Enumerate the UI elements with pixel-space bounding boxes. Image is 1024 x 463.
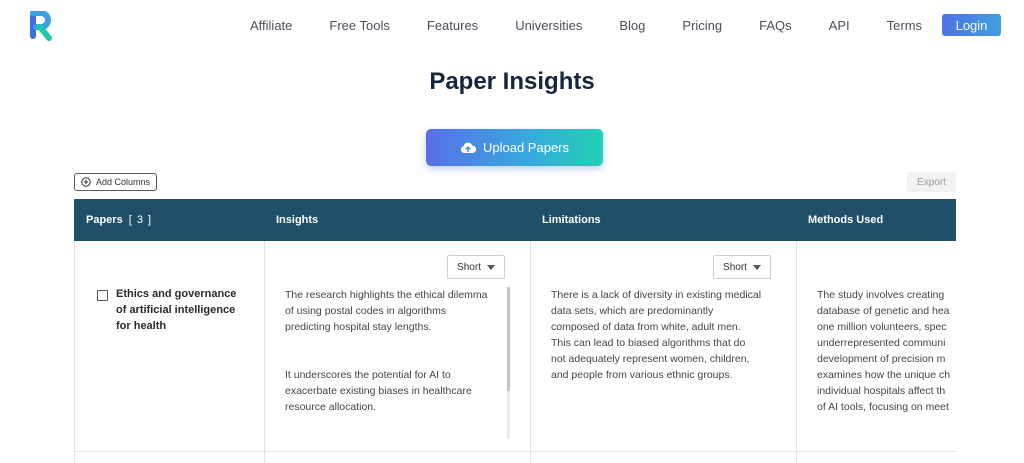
cloud-upload-icon — [460, 142, 476, 153]
insights-line: It underscores the potential for AI to — [285, 369, 451, 381]
paper-select-checkbox[interactable] — [97, 290, 108, 301]
limitations-length-select[interactable]: Short — [713, 255, 771, 279]
header-limitations: Limitations — [542, 214, 601, 226]
limitations-line: composed of data from white, adult men. — [551, 321, 741, 333]
nav-terms[interactable]: Terms — [887, 18, 922, 33]
methods-line: database of genetic and hea — [817, 305, 950, 317]
header-papers: Papers [ 3 ] — [86, 199, 152, 241]
methods-text: The study involves creating database of … — [817, 287, 956, 439]
upload-papers-label: Upload Papers — [483, 140, 569, 155]
methods-line: underrepresented communi — [817, 337, 946, 349]
limitations-line: and people from various ethnic groups. — [551, 369, 733, 381]
nav-free-tools[interactable]: Free Tools — [329, 18, 389, 33]
limitations-length-value: Short — [723, 261, 747, 273]
insights-line: exacerbate existing biases in healthcare — [285, 385, 472, 397]
export-button[interactable]: Export — [907, 172, 956, 192]
nav-affiliate[interactable]: Affiliate — [250, 18, 292, 33]
table-header: Papers [ 3 ] Insights Limitations Method… — [74, 199, 956, 241]
header-insights: Insights — [276, 214, 319, 226]
insights-scrollbar[interactable] — [507, 287, 510, 439]
limitations-line: This can lead to biased algorithms that … — [551, 337, 746, 349]
nav-api[interactable]: API — [829, 18, 850, 33]
page-title: Paper Insights — [429, 68, 595, 95]
papers-table: Papers [ 3 ] Insights Limitations Method… — [74, 199, 956, 463]
paper-title-line: Ethics and governance — [116, 288, 237, 300]
insights-line: predicting hospital stay lengths. — [285, 321, 432, 333]
insights-length-select[interactable]: Short — [447, 255, 505, 279]
limitations-line: There is a lack of diversity in existing… — [551, 289, 762, 301]
insights-scrollbar-thumb[interactable] — [507, 287, 510, 391]
insights-line: The research highlights the ethical dile… — [285, 289, 488, 301]
top-nav: Affiliate Free Tools Features Universiti… — [250, 0, 959, 50]
nav-features[interactable]: Features — [427, 18, 478, 33]
logo[interactable] — [28, 10, 54, 41]
paper-title-line: of artificial intelligence — [116, 304, 236, 316]
column-divider — [796, 241, 797, 463]
logo-icon — [30, 10, 52, 41]
chevron-down-icon — [486, 264, 495, 270]
papers-count: [ 3 ] — [128, 214, 153, 226]
add-columns-button[interactable]: Add Columns — [74, 173, 157, 191]
plus-circle-icon — [81, 177, 91, 187]
nav-universities[interactable]: Universities — [515, 18, 582, 33]
header-papers-label: Papers — [86, 214, 123, 226]
insights-text: The research highlights the ethical dile… — [285, 287, 507, 439]
methods-line: one million volunteers, spec — [817, 321, 947, 333]
nav-pricing[interactable]: Pricing — [682, 18, 722, 33]
add-columns-label: Add Columns — [95, 177, 151, 187]
column-divider — [264, 241, 265, 463]
insights-line: resource allocation. — [285, 401, 377, 413]
methods-line: development of precision m — [817, 353, 946, 365]
upload-papers-button[interactable]: Upload Papers — [426, 129, 603, 166]
limitations-text: There is a lack of diversity in existing… — [551, 287, 786, 439]
nav-faqs[interactable]: FAQs — [759, 18, 792, 33]
table-row: Ethics and governance of artificial inte… — [74, 241, 956, 463]
column-divider — [530, 241, 531, 463]
header-methods-used: Methods Used — [808, 214, 884, 226]
nav-blog[interactable]: Blog — [619, 18, 645, 33]
limitations-line: data sets, which are predominantly — [551, 305, 714, 317]
login-button[interactable]: Login — [942, 14, 1001, 36]
row-divider — [75, 451, 956, 452]
methods-line: individual hospitals affect th — [817, 385, 946, 397]
methods-line: examines how the unique ch — [817, 369, 951, 381]
paper-title-line: for health — [116, 320, 167, 332]
methods-line: The study involves creating — [817, 289, 945, 301]
chevron-down-icon — [752, 264, 761, 270]
paper-title[interactable]: Ethics and governance of artificial inte… — [116, 286, 246, 334]
insights-length-value: Short — [457, 261, 481, 273]
limitations-line: not adequately represent women, children… — [551, 353, 750, 365]
insights-line: of using postal codes in algorithms — [285, 305, 447, 317]
methods-line: of AI tools, focusing on meet — [817, 401, 949, 413]
